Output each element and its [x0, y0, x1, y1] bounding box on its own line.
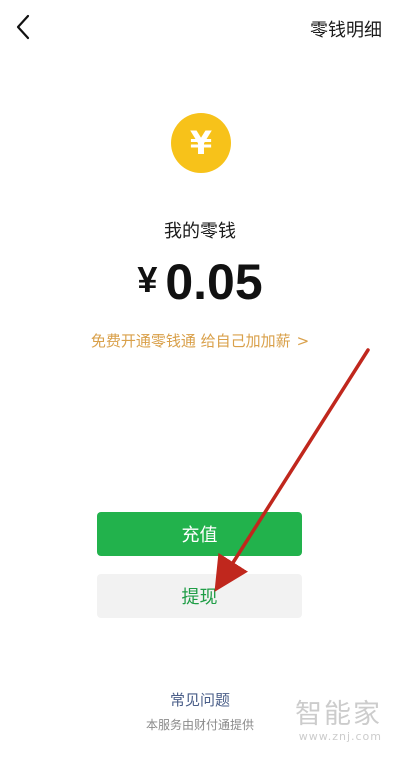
withdraw-label: 提现 [181, 587, 218, 608]
currency-symbol: ¥ [137, 259, 158, 300]
chevron-left-icon [16, 14, 30, 40]
watermark-logo: 智能家 www.znj.com [295, 699, 382, 744]
yen-coin-icon: ¥ [171, 113, 231, 173]
coin-symbol: ¥ [189, 124, 213, 162]
balance-label: 我的零钱 [164, 221, 236, 242]
back-button[interactable] [10, 12, 40, 42]
recharge-label: 充值 [181, 525, 218, 546]
chevron-right-icon: > [296, 332, 310, 350]
balance-details-link[interactable]: 零钱明细 [310, 16, 382, 42]
withdraw-button[interactable]: 提现 [97, 574, 302, 618]
top-bar: 零钱明细 [0, 0, 400, 56]
watermark-url: www.znj.com [298, 730, 382, 743]
amount-value: 0.05 [165, 254, 263, 310]
watermark-name: 智能家 [295, 699, 382, 730]
promo-link[interactable]: 免费开通零钱通 给自己加加薪 > [0, 330, 400, 351]
promo-text: 免费开通零钱通 给自己加加薪 [90, 332, 291, 350]
recharge-button[interactable]: 充值 [97, 512, 302, 556]
balance-amount: ¥0.05 [0, 250, 400, 324]
